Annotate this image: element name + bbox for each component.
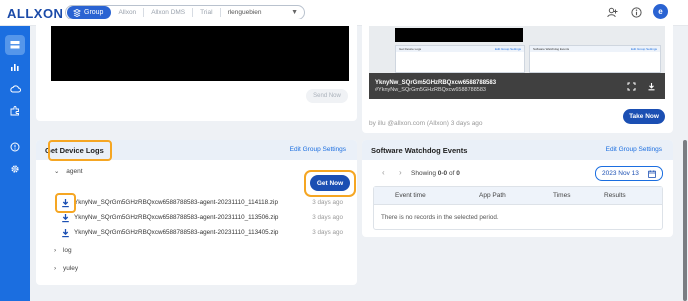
preview-caption-bar	[369, 73, 665, 99]
download-icon[interactable]	[647, 82, 656, 93]
chevron-right-icon[interactable]: ›	[399, 168, 402, 177]
column-header[interactable]: Results	[604, 192, 626, 199]
sidebar-item-dashboard[interactable]	[5, 35, 25, 55]
bar-chart-icon	[11, 64, 19, 71]
gear-icon	[11, 165, 19, 173]
file-name[interactable]: YknyNw_SQrGm5GHzRBQxcw6588788583-agent-2…	[74, 214, 278, 221]
chevron-down-icon[interactable]: ▼	[291, 9, 298, 16]
table-header: Event time App Path Times Results	[374, 187, 662, 205]
breadcrumb-group-label: Group	[84, 9, 104, 16]
folder-agent[interactable]: ⌄ agent	[54, 167, 83, 175]
column-header[interactable]: App Path	[479, 192, 506, 199]
info-icon[interactable]	[629, 5, 643, 19]
file-time: 3 days ago	[312, 199, 343, 206]
preview-mini-panel-left: Get Device Logs Edit Group Settings	[395, 45, 525, 73]
watchdog-header: Software Watchdog Events Edit Group Sett…	[362, 140, 673, 160]
preview-black-area	[395, 28, 523, 42]
column-header[interactable]: Times	[553, 192, 570, 199]
screenshot-panel: Send Now	[36, 19, 357, 121]
puzzle-icon	[10, 106, 19, 116]
watchdog-edit-link[interactable]: Edit Group Settings	[606, 146, 662, 153]
breadcrumb[interactable]: Group Allxon Allxon DMS Trial rlenguebie…	[65, 5, 305, 20]
highlight-box-title	[48, 140, 112, 161]
pagination-of: of	[448, 170, 455, 177]
file-name[interactable]: YknyNw_SQrGm5GHzRBQxcw6588788583-agent-2…	[74, 199, 278, 206]
chevron-left-icon[interactable]: ‹	[382, 168, 385, 177]
chevron-right-icon[interactable]: ›	[54, 265, 56, 272]
date-value: 2023 Nov 13	[602, 170, 639, 177]
breadcrumb-item-current[interactable]: rlenguebien	[221, 8, 269, 17]
empty-state-message: There is no records in the selected peri…	[381, 214, 499, 221]
highlight-box-get-now	[304, 170, 356, 197]
list-item: YknyNw_SQrGm5GHzRBQxcw6588788583-agent-2…	[60, 227, 350, 239]
breadcrumb-item[interactable]: Trial	[193, 8, 221, 17]
breadcrumb-item[interactable]: Allxon	[111, 8, 145, 17]
pagination-summary: Showing 0-0 of 0	[411, 170, 460, 177]
file-time: 3 days ago	[312, 229, 343, 236]
download-icon[interactable]	[60, 212, 70, 223]
sidebar-item-settings[interactable]	[5, 159, 25, 179]
list-item: YknyNw_SQrGm5GHzRBQxcw6588788583-agent-2…	[60, 212, 350, 224]
sidebar-item-cloud[interactable]	[5, 79, 25, 99]
group-icon	[73, 8, 81, 17]
preview-mini-link: Edit Group Settings	[630, 47, 657, 51]
list-item: YknyNw_SQrGm5GHzRBQxcw6588788583-agent-2…	[60, 197, 350, 209]
watchdog-title: Software Watchdog Events	[371, 146, 468, 155]
calendar-icon[interactable]	[648, 170, 656, 178]
add-user-icon[interactable]	[605, 5, 619, 19]
breadcrumb-group-chip[interactable]: Group	[67, 6, 112, 19]
device-logs-edit-link[interactable]: Edit Group Settings	[290, 146, 346, 153]
sidebar-item-analytics[interactable]	[5, 57, 25, 77]
folder-name: agent	[66, 168, 83, 175]
sidebar-item-alerts[interactable]	[5, 137, 25, 157]
folder-yuley[interactable]: › yuley	[54, 265, 78, 272]
cloud-icon	[9, 85, 21, 93]
download-icon[interactable]	[60, 227, 70, 238]
preview-mini-title: Get Device Logs	[399, 47, 422, 51]
pagination-total: 0	[456, 170, 460, 177]
preview-mini-panel-right: Software Watchdog Events Edit Group Sett…	[529, 45, 661, 73]
file-name[interactable]: YknyNw_SQrGm5GHzRBQxcw6588788583-agent-2…	[74, 229, 278, 236]
page-scrollbar[interactable]	[683, 140, 687, 301]
dashboard-icon	[10, 41, 20, 49]
preview-mini-title: Software Watchdog Events	[533, 47, 570, 51]
folder-name: log	[62, 247, 72, 254]
breadcrumb-item[interactable]: Allxon DMS	[144, 8, 194, 17]
pagination-range: 0-0	[437, 170, 448, 177]
send-now-button[interactable]: Send Now	[306, 89, 348, 103]
expand-icon[interactable]	[627, 82, 636, 93]
pagination-prefix: Showing	[411, 170, 436, 177]
sidebar	[0, 26, 30, 301]
chevron-down-icon[interactable]: ⌄	[54, 168, 59, 175]
date-picker[interactable]: 2023 Nov 13	[595, 166, 663, 181]
preview-mini-link: Edit Group Settings	[494, 47, 521, 51]
highlight-box-download	[55, 193, 76, 213]
preview-byline: by illu @allxon.com (Allxon) 3 days ago	[369, 120, 483, 127]
file-time: 3 days ago	[312, 214, 343, 221]
preview-device-tag: #YknyNw_SQrGm5GHzRBQxcw6588788583	[375, 87, 486, 93]
avatar[interactable]: e	[653, 4, 668, 19]
watchdog-table: Event time App Path Times Results There …	[373, 186, 663, 230]
alert-circle-icon	[10, 142, 20, 152]
screen-capture-area	[51, 26, 349, 81]
preview-device-id: YknyNw_SQrGm5GHzRBQxcw6588788583	[375, 80, 497, 86]
folder-log[interactable]: › log	[54, 247, 72, 254]
folder-name: yuley	[62, 265, 79, 272]
screenshot-preview[interactable]: Get Device Logs Edit Group Settings Soft…	[369, 26, 665, 99]
column-header[interactable]: Event time	[395, 192, 426, 199]
take-now-button[interactable]: Take Now	[623, 109, 665, 124]
chevron-right-icon[interactable]: ›	[54, 247, 56, 254]
sidebar-item-plugins[interactable]	[5, 101, 25, 121]
